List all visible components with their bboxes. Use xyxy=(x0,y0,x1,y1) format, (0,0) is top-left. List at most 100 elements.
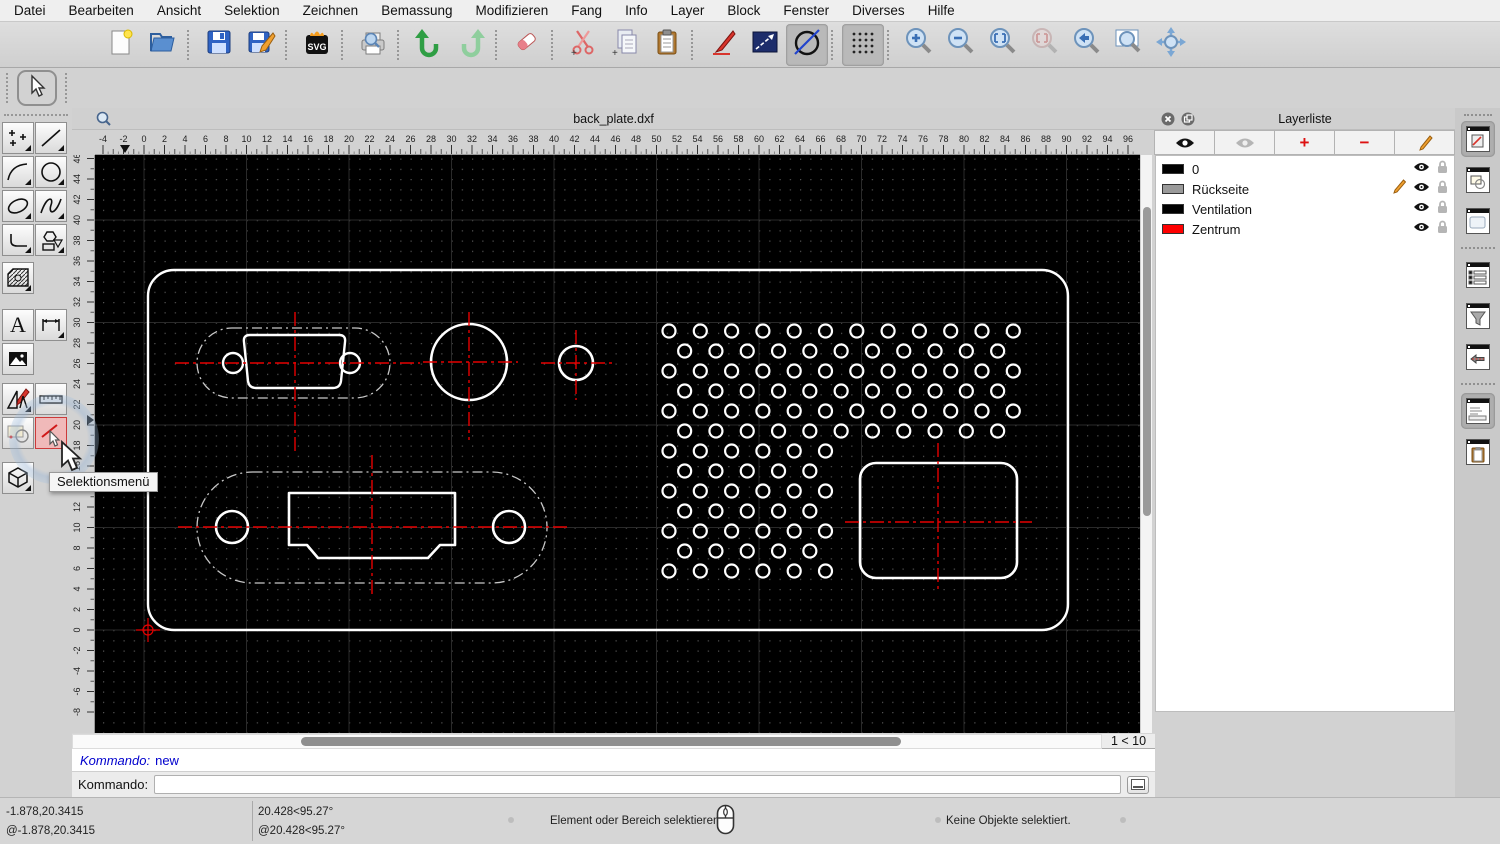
zoom-in-button[interactable] xyxy=(898,24,940,66)
layer-row-0[interactable]: 0 xyxy=(1156,159,1454,179)
command-keyboard-button[interactable] xyxy=(1127,775,1149,794)
open-file-button[interactable] xyxy=(142,24,184,66)
menu-fenster[interactable]: Fenster xyxy=(783,3,829,18)
select-arrow-button[interactable] xyxy=(17,70,57,106)
close-icon[interactable] xyxy=(1161,112,1175,131)
svg-text:34: 34 xyxy=(487,134,497,144)
pen-attributes-button[interactable] xyxy=(702,24,744,66)
svg-text:64: 64 xyxy=(795,134,805,144)
zoom-current-button[interactable] xyxy=(1024,24,1066,66)
print-preview-button[interactable] xyxy=(352,24,394,66)
circle-tool[interactable] xyxy=(35,156,67,188)
points-tool[interactable] xyxy=(2,122,34,154)
cut-button[interactable]: + xyxy=(562,24,604,66)
palette-handle[interactable] xyxy=(4,114,68,118)
menu-ansicht[interactable]: Ansicht xyxy=(157,3,201,18)
toolbar-handle[interactable] xyxy=(65,73,71,103)
toolbar-handle[interactable] xyxy=(6,73,12,103)
layer-lock-icon[interactable] xyxy=(1437,200,1448,219)
dock-shapes-panel-button[interactable] xyxy=(1461,162,1495,198)
dimension-tool[interactable] xyxy=(35,309,67,341)
zoom-out-button[interactable] xyxy=(940,24,982,66)
command-input[interactable] xyxy=(154,775,1121,794)
dock-handle[interactable] xyxy=(1463,114,1492,116)
zoom-window-button[interactable] xyxy=(1108,24,1150,66)
dock-block-panel-button[interactable] xyxy=(1461,339,1495,375)
menu-zeichnen[interactable]: Zeichnen xyxy=(303,3,359,18)
horizontal-scrollbar[interactable] xyxy=(72,733,1102,749)
remove-layer-button[interactable]: − xyxy=(1334,130,1395,155)
toolbar-separator xyxy=(187,29,195,60)
menu-info[interactable]: Info xyxy=(625,3,648,18)
measure-tool[interactable] xyxy=(35,383,67,415)
menu-layer[interactable]: Layer xyxy=(671,3,705,18)
spline-tool[interactable] xyxy=(35,190,67,222)
modify-tool[interactable] xyxy=(2,383,34,415)
layer-lock-icon[interactable] xyxy=(1437,220,1448,239)
dock-filter-panel-button[interactable] xyxy=(1461,298,1495,334)
layer-row-zentrum[interactable]: Zentrum xyxy=(1156,219,1454,239)
horizontal-scrollbar-thumb[interactable] xyxy=(301,737,901,746)
new-file-button[interactable] xyxy=(100,24,142,66)
copy-button[interactable]: + xyxy=(604,24,646,66)
hide-all-layers-button[interactable] xyxy=(1214,130,1275,155)
entity-visibility-button[interactable] xyxy=(786,23,828,66)
undo-button[interactable] xyxy=(408,24,450,66)
layer-row-ventilation[interactable]: Ventilation xyxy=(1156,199,1454,219)
add-layer-button[interactable]: + xyxy=(1274,130,1335,155)
document-titlebar[interactable]: back_plate.dxf xyxy=(72,108,1155,130)
menu-hilfe[interactable]: Hilfe xyxy=(928,3,955,18)
layer-visibility-eye-icon[interactable] xyxy=(1413,160,1430,178)
zoom-auto-button[interactable] xyxy=(982,24,1024,66)
dock-layer-list-button[interactable] xyxy=(1461,257,1495,293)
layer-panel-titlebar[interactable]: Layerliste xyxy=(1155,108,1455,130)
text-tool[interactable]: A xyxy=(2,309,34,341)
polyline-tool[interactable] xyxy=(2,224,34,256)
arc-tool[interactable] xyxy=(2,156,34,188)
delete-button[interactable] xyxy=(506,24,548,66)
menu-bearbeiten[interactable]: Bearbeiten xyxy=(69,3,134,18)
dock-clipboard-panel-button[interactable] xyxy=(1461,434,1495,470)
menu-datei[interactable]: Datei xyxy=(14,3,46,18)
layer-lock-icon[interactable] xyxy=(1437,180,1448,199)
menu-selektion[interactable]: Selektion xyxy=(224,3,280,18)
hatch-tool[interactable] xyxy=(2,262,34,294)
show-all-layers-button[interactable] xyxy=(1154,130,1215,155)
menu-bemassung[interactable]: Bemassung xyxy=(381,3,452,18)
dock-separator xyxy=(1460,247,1495,249)
svg-text:36: 36 xyxy=(72,256,82,266)
export-svg-button[interactable]: SVG xyxy=(296,24,338,66)
grid-toggle-button[interactable] xyxy=(842,23,884,66)
detach-icon[interactable] xyxy=(1181,112,1195,131)
redo-button[interactable] xyxy=(450,24,492,66)
menu-modifizieren[interactable]: Modifizieren xyxy=(476,3,549,18)
save-button[interactable] xyxy=(198,24,240,66)
menu-block[interactable]: Block xyxy=(727,3,760,18)
vertical-scrollbar-thumb[interactable] xyxy=(1142,207,1151,516)
line-attributes-button[interactable] xyxy=(744,24,786,66)
edit-layer-button[interactable] xyxy=(1394,130,1455,155)
svg-text:44: 44 xyxy=(590,134,600,144)
ellipse-tool[interactable] xyxy=(2,190,34,222)
drawing-canvas[interactable] xyxy=(95,155,1140,733)
save-as-button[interactable] xyxy=(240,24,282,66)
image-tool[interactable] xyxy=(2,343,34,375)
dock-pen-panel-button[interactable] xyxy=(1460,121,1495,157)
layer-visibility-eye-icon[interactable] xyxy=(1413,200,1430,218)
polygon-tool[interactable] xyxy=(35,224,67,256)
order-tool[interactable] xyxy=(2,417,34,449)
dock-command-panel-button[interactable] xyxy=(1460,393,1495,429)
layer-row-rückseite[interactable]: Rückseite xyxy=(1156,179,1454,199)
block-tool[interactable] xyxy=(2,462,34,494)
vertical-scrollbar[interactable] xyxy=(1140,155,1152,733)
zoom-pan-button[interactable] xyxy=(1150,24,1192,66)
dock-library-panel-button[interactable] xyxy=(1461,203,1495,239)
zoom-previous-button[interactable] xyxy=(1066,24,1108,66)
layer-lock-icon[interactable] xyxy=(1437,160,1448,179)
paste-button[interactable] xyxy=(646,24,688,66)
menu-diverses[interactable]: Diverses xyxy=(852,3,905,18)
layer-visibility-eye-icon[interactable] xyxy=(1413,180,1430,198)
line-tool[interactable] xyxy=(35,122,67,154)
layer-visibility-eye-icon[interactable] xyxy=(1413,220,1430,238)
menu-fang[interactable]: Fang xyxy=(571,3,602,18)
